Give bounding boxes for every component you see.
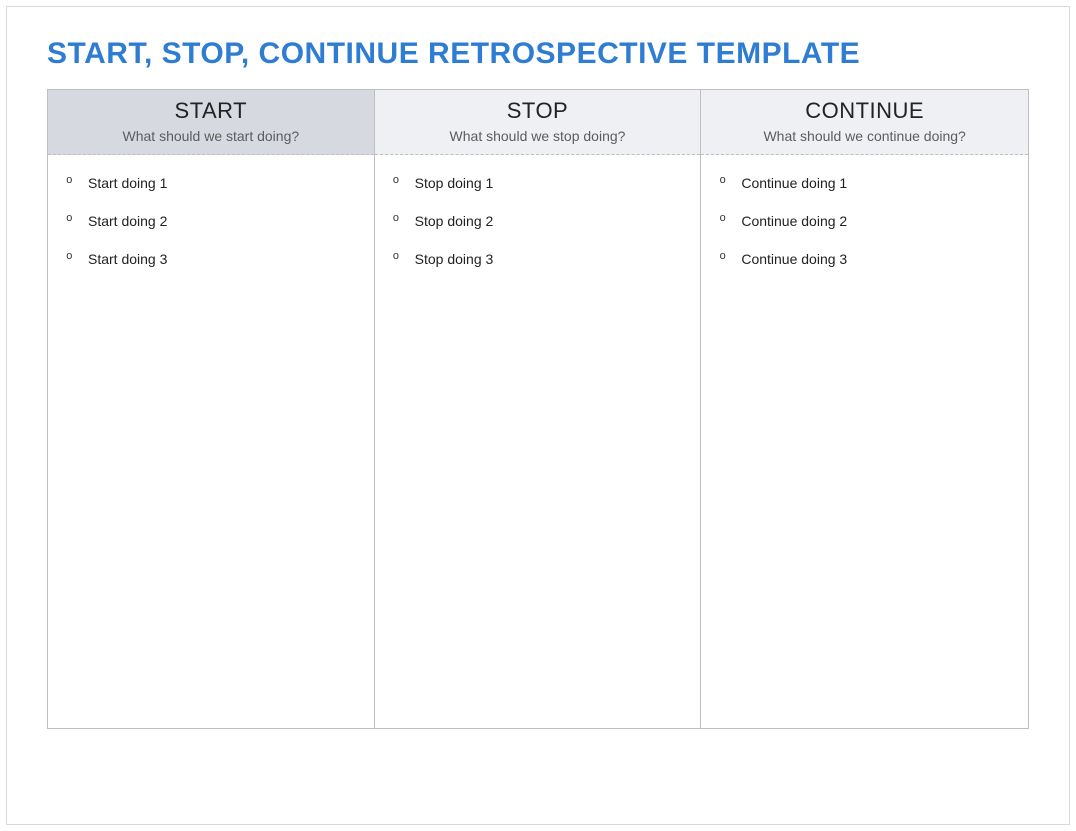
list-item: Stop doing 1 bbox=[397, 169, 683, 197]
column-stop-subheader: What should we stop doing? bbox=[383, 128, 693, 144]
column-stop-body: Stop doing 1 Stop doing 2 Stop doing 3 bbox=[375, 155, 701, 728]
column-start-title: START bbox=[56, 98, 366, 124]
column-continue-subheader: What should we continue doing? bbox=[709, 128, 1020, 144]
column-stop-header: STOP What should we stop doing? bbox=[375, 90, 701, 155]
list-item: Start doing 3 bbox=[70, 245, 356, 273]
list-item: Stop doing 3 bbox=[397, 245, 683, 273]
column-start-body: Start doing 1 Start doing 2 Start doing … bbox=[48, 155, 374, 728]
page-title: START, STOP, CONTINUE RETROSPECTIVE TEMP… bbox=[47, 37, 1029, 71]
list-item: Start doing 2 bbox=[70, 207, 356, 235]
list-item: Continue doing 1 bbox=[723, 169, 1010, 197]
column-continue-body: Continue doing 1 Continue doing 2 Contin… bbox=[701, 155, 1028, 728]
continue-items-list: Continue doing 1 Continue doing 2 Contin… bbox=[723, 169, 1010, 273]
column-start: START What should we start doing? Start … bbox=[48, 90, 375, 728]
retrospective-grid: START What should we start doing? Start … bbox=[47, 89, 1029, 729]
document-page: START, STOP, CONTINUE RETROSPECTIVE TEMP… bbox=[6, 6, 1070, 825]
column-start-subheader: What should we start doing? bbox=[56, 128, 366, 144]
list-item: Stop doing 2 bbox=[397, 207, 683, 235]
stop-items-list: Stop doing 1 Stop doing 2 Stop doing 3 bbox=[397, 169, 683, 273]
column-continue-title: CONTINUE bbox=[709, 98, 1020, 124]
list-item: Continue doing 3 bbox=[723, 245, 1010, 273]
start-items-list: Start doing 1 Start doing 2 Start doing … bbox=[70, 169, 356, 273]
column-continue: CONTINUE What should we continue doing? … bbox=[701, 90, 1028, 728]
column-continue-header: CONTINUE What should we continue doing? bbox=[701, 90, 1028, 155]
list-item: Continue doing 2 bbox=[723, 207, 1010, 235]
column-stop: STOP What should we stop doing? Stop doi… bbox=[375, 90, 702, 728]
list-item: Start doing 1 bbox=[70, 169, 356, 197]
column-stop-title: STOP bbox=[383, 98, 693, 124]
column-start-header: START What should we start doing? bbox=[48, 90, 374, 155]
